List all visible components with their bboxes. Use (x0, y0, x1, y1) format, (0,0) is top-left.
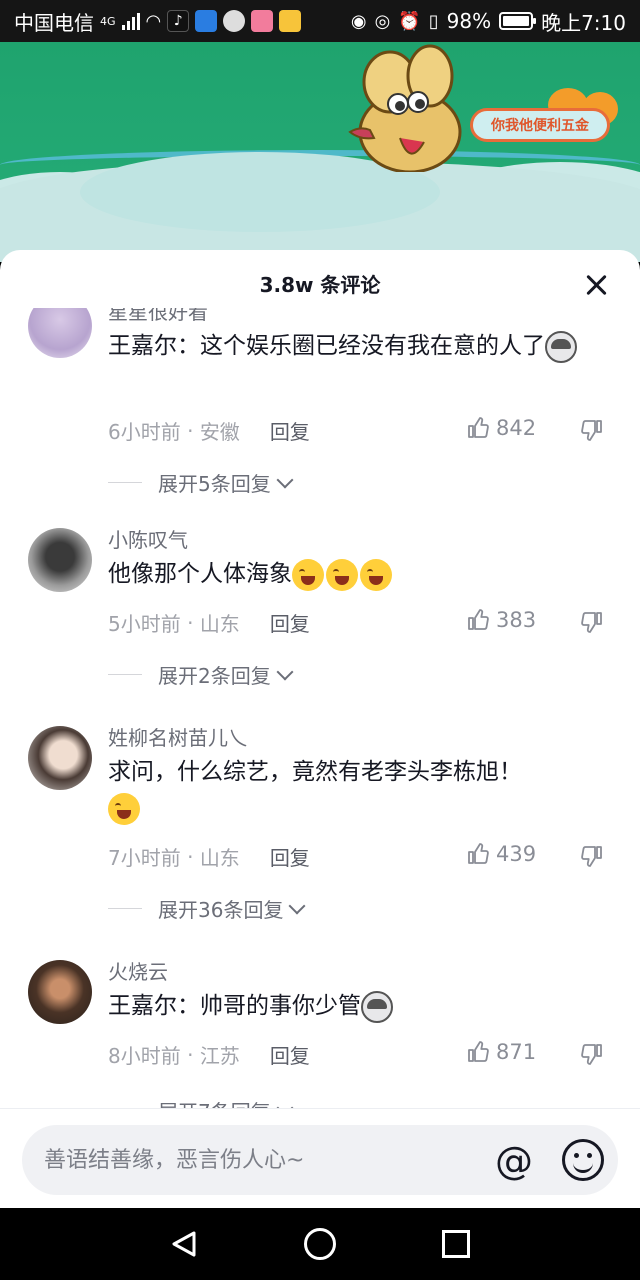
like-button[interactable]: 871 (466, 1040, 536, 1064)
sheet-header: 3.8w 条评论 (0, 250, 640, 316)
like-count: 871 (496, 1040, 537, 1064)
app-icon (195, 10, 218, 32)
divider-line (108, 674, 142, 675)
comment-author[interactable]: 小陈叹气 (108, 524, 188, 553)
banner-tag: 你我他便利五金 (470, 108, 610, 142)
thumbs-up-icon (466, 416, 490, 440)
comment-location: 山东 (199, 612, 240, 636)
comment-input-bar: @ (0, 1108, 640, 1208)
like-count: 439 (496, 842, 537, 866)
comment-author[interactable]: 星星很好看 (108, 308, 208, 325)
crying-laughing-emoji-icon (108, 792, 140, 825)
comment-count-title: 3.8w 条评论 (259, 272, 381, 297)
comment-author[interactable]: 火烧云 (108, 956, 168, 985)
video-banner[interactable]: 你我他便利五金 (0, 42, 640, 262)
like-button[interactable]: 439 (466, 842, 536, 866)
divider-line (108, 482, 142, 483)
home-icon[interactable] (304, 1228, 336, 1260)
thumbs-up-icon (466, 842, 490, 866)
comment-meta: 8小时前 · 江苏 回复 (108, 1040, 310, 1069)
vibrate-icon: ▯ (428, 10, 439, 32)
comment-time: 6小时前 (108, 420, 181, 444)
comment-text: 他像那个人体海象 (108, 556, 588, 592)
comment-input-container[interactable]: @ (22, 1125, 618, 1195)
wifi-icon: ◠ (145, 10, 162, 32)
comment-time: 5小时前 (108, 612, 181, 636)
carrier-label: 中国电信 (14, 10, 94, 35)
chevron-down-icon (276, 471, 294, 488)
status-bar: 中国电信 4G ◠ ♪ ◉ ◎ ⏰ ▯ 98% 晚上7:10 (0, 0, 640, 42)
comment-location: 山东 (199, 846, 240, 870)
recent-apps-icon[interactable] (442, 1230, 470, 1258)
comment-time: 8小时前 (108, 1044, 181, 1068)
clock: 晚上7:10 (541, 10, 626, 35)
husky-emoji-icon (361, 990, 393, 1023)
comment-location: 安徽 (199, 420, 240, 444)
thumbs-down-icon[interactable] (580, 1042, 604, 1066)
comment-meta: 6小时前 · 安徽 回复 (108, 416, 310, 445)
thumbs-up-icon (466, 608, 490, 632)
crying-laughing-emoji-icon (326, 558, 358, 591)
crying-laughing-emoji-icon (360, 558, 392, 591)
divider-line (108, 908, 142, 909)
nfc-icon: ◉ (350, 10, 367, 32)
cartoon-dog-mascot (348, 44, 462, 172)
like-count: 383 (496, 608, 537, 632)
comment-location: 江苏 (199, 1044, 240, 1068)
app-icon (223, 10, 246, 32)
expand-replies-button[interactable]: 展开2条回复 (108, 660, 294, 689)
chevron-down-icon (288, 897, 306, 914)
comment-input[interactable] (44, 1147, 464, 1173)
close-icon[interactable] (584, 272, 610, 298)
avatar[interactable] (28, 308, 92, 358)
avatar[interactable] (28, 726, 92, 790)
like-count: 842 (496, 416, 537, 440)
expand-replies-button[interactable]: 展开5条回复 (108, 468, 294, 497)
comment-time: 7小时前 (108, 846, 181, 870)
reply-button[interactable]: 回复 (270, 842, 310, 871)
chevron-down-icon (276, 663, 294, 680)
thumbs-up-icon (466, 1040, 490, 1064)
reply-button[interactable]: 回复 (270, 608, 310, 637)
expand-replies-button[interactable]: 展开36条回复 (108, 894, 306, 923)
comment-meta: 7小时前 · 山东 回复 (108, 842, 310, 871)
mention-at-icon[interactable]: @ (492, 1139, 536, 1183)
emoji-picker-icon[interactable] (562, 1139, 604, 1181)
thumbs-down-icon[interactable] (580, 418, 604, 442)
comment-text: 求问，什么综艺，竟然有老李头李栋旭！ (108, 754, 588, 826)
comment-text: 王嘉尔：这个娱乐圈已经没有我在意的人了 (108, 328, 588, 364)
reply-button[interactable]: 回复 (270, 416, 310, 445)
weibo-icon (279, 10, 302, 32)
crying-laughing-emoji-icon (292, 558, 324, 591)
comment-sheet: 3.8w 条评论 星星很好看 王嘉尔：这个娱乐圈已经没有我在意的人了 6小时前 … (0, 250, 640, 1208)
thumbs-down-icon[interactable] (580, 844, 604, 868)
like-button[interactable]: 842 (466, 416, 536, 440)
thumbs-down-icon[interactable] (580, 610, 604, 634)
battery-percent: 98% (446, 9, 492, 33)
bilibili-icon (251, 10, 274, 32)
battery-icon (499, 12, 537, 30)
husky-emoji-icon (545, 330, 577, 363)
tiktok-icon: ♪ (167, 10, 190, 32)
eye-icon: ◎ (374, 10, 391, 32)
alarm-icon: ⏰ (398, 10, 421, 32)
navigation-bar (0, 1208, 640, 1280)
network-label: 4G (100, 14, 116, 28)
back-icon[interactable] (170, 1230, 198, 1258)
comment-list[interactable]: 星星很好看 王嘉尔：这个娱乐圈已经没有我在意的人了 6小时前 · 安徽 回复 8… (0, 308, 640, 1110)
signal-icon (121, 12, 140, 30)
avatar[interactable] (28, 528, 92, 592)
avatar[interactable] (28, 960, 92, 1024)
comment-meta: 5小时前 · 山东 回复 (108, 608, 310, 637)
comment-author[interactable]: 姓柳名树苗儿乀 (108, 722, 248, 751)
like-button[interactable]: 383 (466, 608, 536, 632)
reply-button[interactable]: 回复 (270, 1040, 310, 1069)
comment-text: 王嘉尔：帅哥的事你少管 (108, 988, 588, 1024)
